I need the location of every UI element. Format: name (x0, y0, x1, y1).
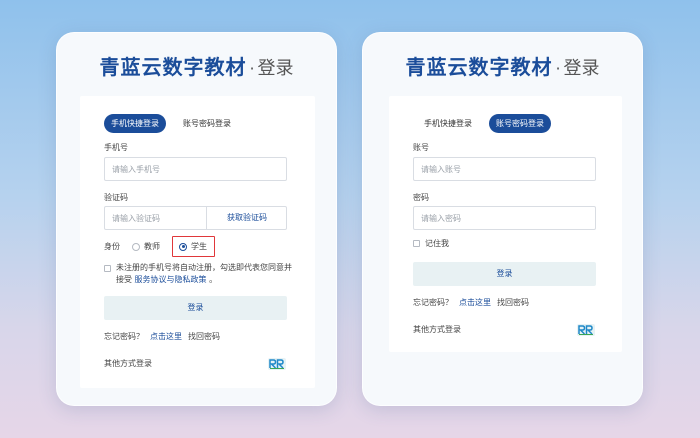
tab-phone-login[interactable]: 手机快捷登录 (104, 114, 166, 133)
brand-name: 青蓝云数字教材 (99, 55, 247, 79)
login-panel: 手机快捷登录 账号密码登录 手机号 验证码 获取验证码 身份 教师 学生 未注册… (80, 96, 315, 388)
agreement-text: 未注册的手机号将自动注册，勾选即代表您同意并接受 服务协议与隐私政策 。 (116, 262, 294, 286)
brand-separator: · (555, 59, 561, 78)
rr-logo-icon[interactable] (268, 358, 286, 370)
forgot-question: 忘记密码？ (413, 298, 453, 307)
brand-header: 青蓝云数字教材 · 登录 (363, 51, 642, 80)
tab-account-login[interactable]: 账号密码登录 (176, 114, 238, 133)
identity-option-teacher[interactable]: 教师 (132, 241, 160, 252)
student-label: 学生 (191, 242, 207, 251)
other-login-label: 其他方式登录 (413, 325, 461, 334)
password-input[interactable] (413, 206, 596, 230)
remember-checkbox[interactable] (413, 240, 420, 247)
tab-account-login[interactable]: 账号密码登录 (489, 114, 551, 133)
identity-option-student-highlight[interactable]: 学生 (172, 236, 215, 257)
radio-icon (132, 242, 140, 251)
account-input[interactable] (413, 157, 596, 181)
rr-logo-icon[interactable] (577, 324, 595, 336)
radio-checked-icon (179, 242, 187, 251)
policy-link[interactable]: 服务协议与隐私政策 (135, 275, 207, 284)
recover-password: 找回密码 (188, 332, 220, 341)
brand-name: 青蓝云数字教材 (405, 55, 553, 79)
login-tabs: 手机快捷登录 账号密码登录 (417, 114, 551, 133)
forgot-password: 忘记密码？ 点击这里 找回密码 (104, 331, 226, 342)
forgot-password: 忘记密码？ 点击这里 找回密码 (413, 297, 535, 308)
login-button[interactable]: 登录 (104, 296, 287, 320)
code-label: 验证码 (104, 193, 128, 202)
teacher-label: 教师 (144, 242, 160, 251)
recover-password: 找回密码 (497, 298, 529, 307)
tab-phone-login[interactable]: 手机快捷登录 (417, 114, 479, 133)
phone-label: 手机号 (104, 143, 128, 152)
identity-label: 身份 (104, 242, 120, 251)
forgot-question: 忘记密码？ (104, 332, 144, 341)
get-code-button[interactable]: 获取验证码 (206, 206, 287, 230)
click-here-link[interactable]: 点击这里 (459, 298, 491, 307)
remember-me[interactable]: 记住我 (413, 238, 449, 249)
identity-row: 身份 教师 学生 (104, 236, 215, 257)
password-label: 密码 (413, 193, 429, 202)
agreement: 未注册的手机号将自动注册，勾选即代表您同意并接受 服务协议与隐私政策 。 (104, 262, 294, 286)
click-here-link[interactable]: 点击这里 (150, 332, 182, 341)
brand-header: 青蓝云数字教材 · 登录 (57, 51, 336, 80)
login-button[interactable]: 登录 (413, 262, 596, 286)
phone-input[interactable] (104, 157, 287, 181)
other-login-label: 其他方式登录 (104, 359, 152, 368)
account-label: 账号 (413, 143, 429, 152)
phone-login-card: 青蓝云数字教材·登录 手机快捷登录 账号密码登录 手机号 验证码 获取验证码 身… (56, 32, 337, 406)
account-login-card: 青蓝云数字教材·登录 手机快捷登录 账号密码登录 账号 密码 记住我 登录 忘记… (362, 32, 643, 406)
agreement-checkbox[interactable] (104, 265, 111, 272)
brand-login-title: 登录 (563, 58, 600, 79)
login-panel: 手机快捷登录 账号密码登录 账号 密码 记住我 登录 忘记密码？ 点击这里找回密码… (389, 96, 622, 352)
brand-separator: · (249, 59, 255, 78)
brand-login-title: 登录 (257, 58, 294, 79)
remember-label: 记住我 (425, 239, 449, 248)
login-tabs: 手机快捷登录 账号密码登录 (104, 114, 238, 133)
agreement-end: 。 (209, 275, 218, 284)
